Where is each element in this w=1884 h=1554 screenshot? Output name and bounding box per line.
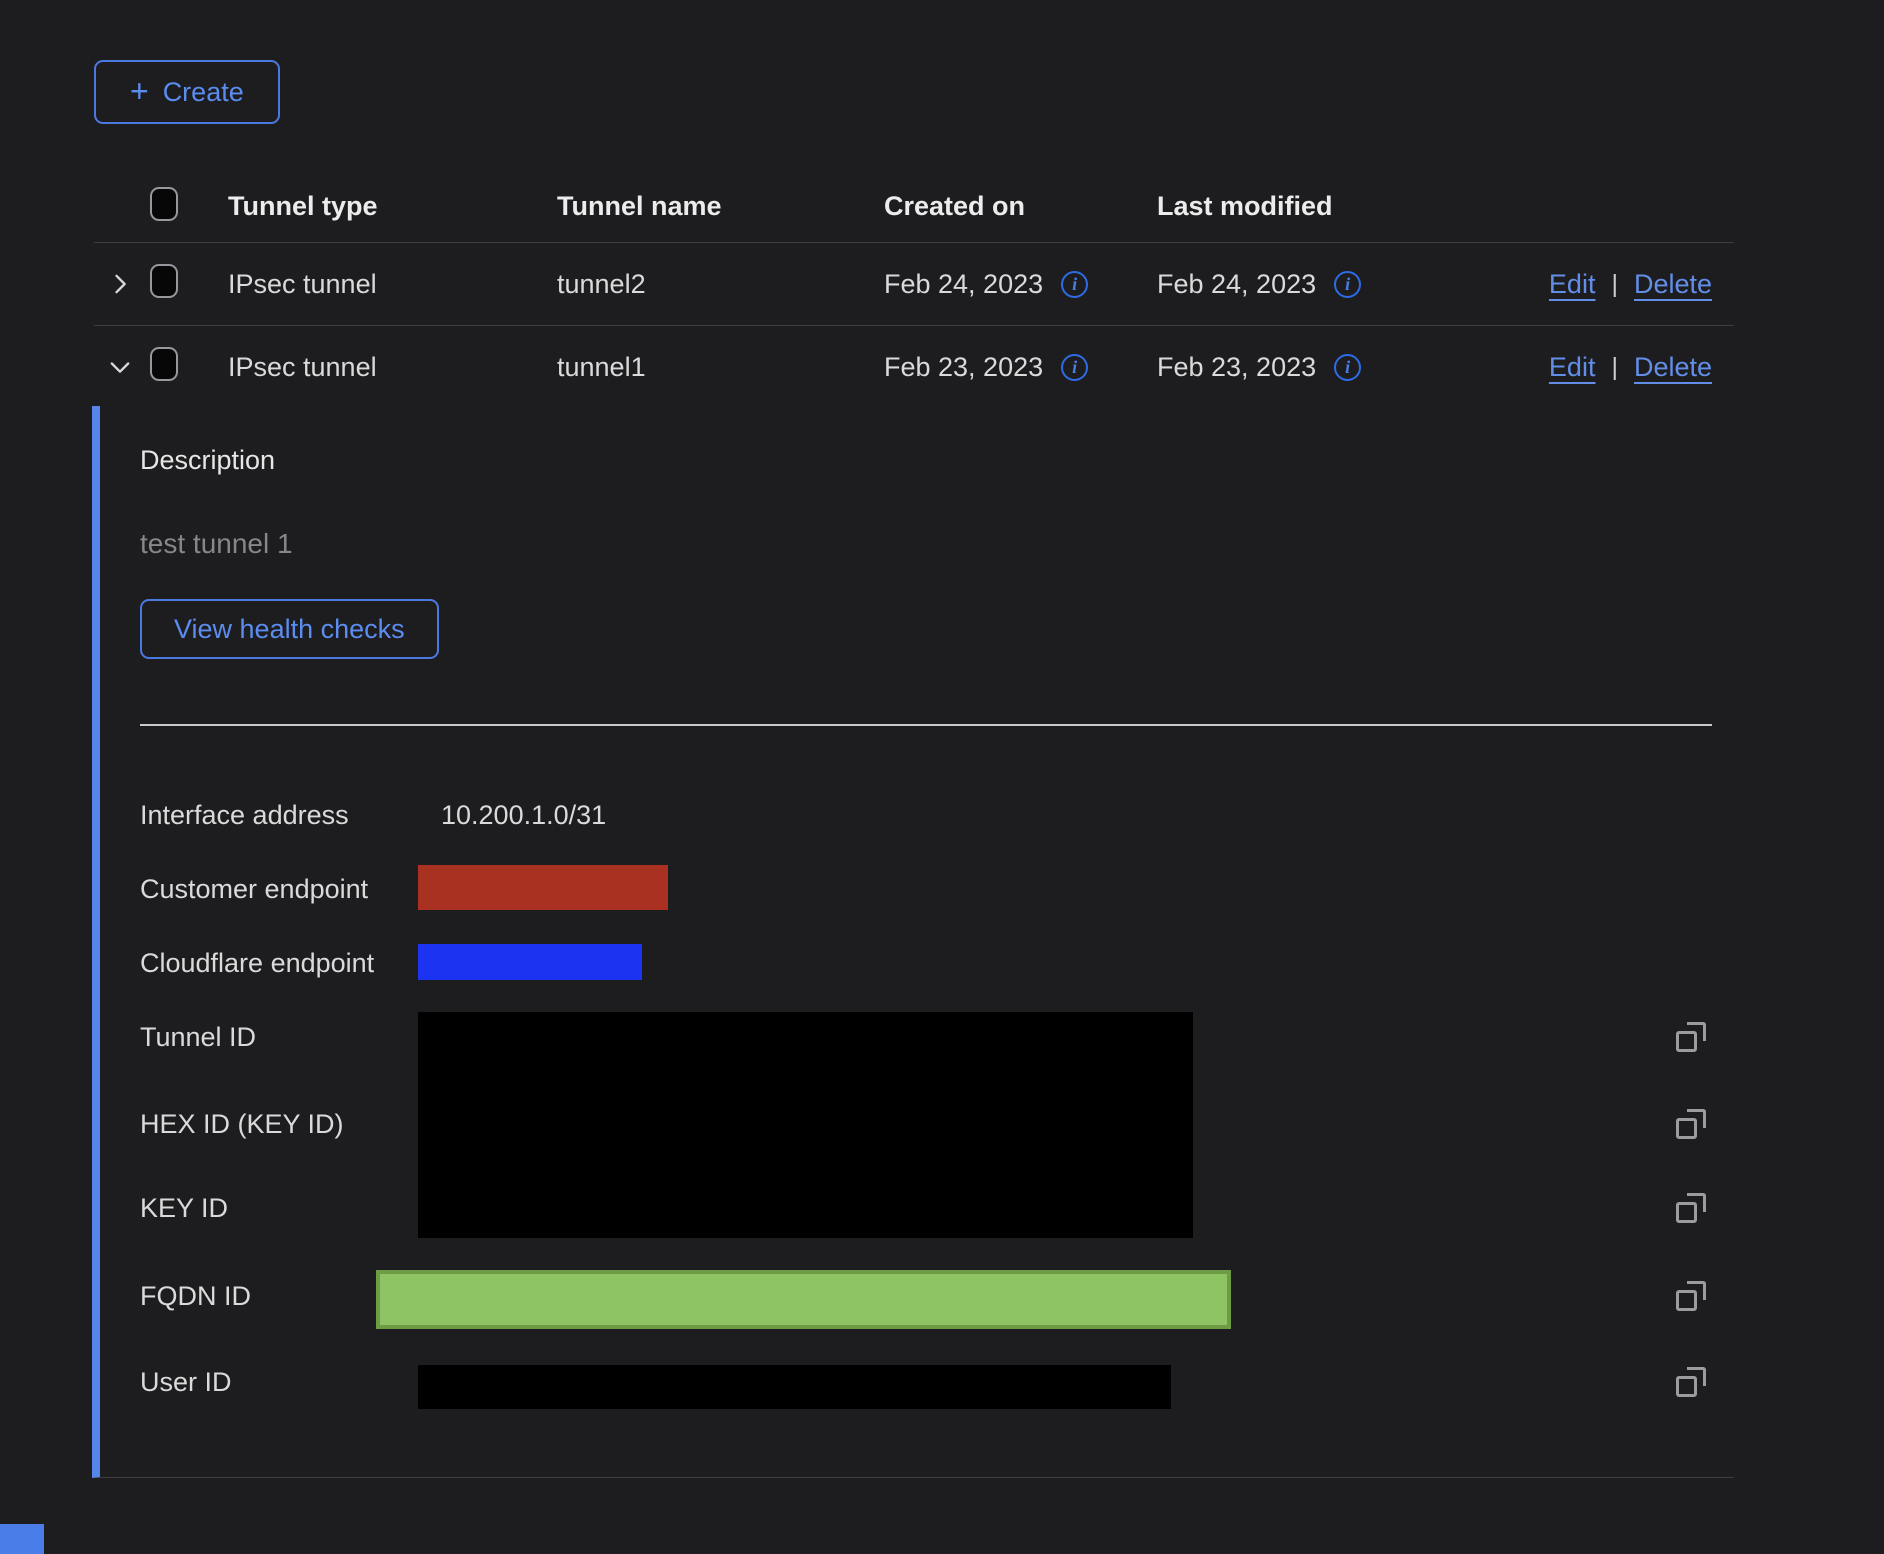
tunnel-name-cell: tunnel1	[557, 352, 884, 383]
row-actions: Edit | Delete	[1440, 352, 1734, 383]
info-icon[interactable]: i	[1061, 271, 1088, 298]
info-icon[interactable]: i	[1334, 271, 1361, 298]
description-label: Description	[140, 444, 275, 476]
copy-icon[interactable]	[1676, 1367, 1706, 1397]
tunnel-name-cell: tunnel2	[557, 269, 884, 300]
tunnels-page: + Create Tunnel type Tunnel name Created…	[0, 0, 1884, 1554]
customer-endpoint-label: Customer endpoint	[140, 874, 368, 904]
create-button[interactable]: + Create	[94, 60, 280, 124]
chevron-right-icon[interactable]	[106, 270, 134, 298]
table-header-row: Tunnel type Tunnel name Created on Last …	[94, 170, 1734, 243]
partial-blue-element	[0, 1524, 44, 1554]
copy-icon[interactable]	[1676, 1022, 1706, 1052]
customer-endpoint-redaction	[418, 865, 668, 910]
copy-icon-front-square	[1676, 1118, 1697, 1139]
info-icon[interactable]: i	[1061, 354, 1088, 381]
copy-icon-front-square	[1676, 1376, 1697, 1397]
header-tunnel-type: Tunnel type	[228, 191, 557, 222]
row-expand-cell	[94, 270, 150, 298]
edit-link[interactable]: Edit	[1549, 269, 1596, 300]
select-all-checkbox[interactable]	[150, 187, 178, 221]
tunnel-type-cell: IPsec tunnel	[228, 352, 557, 383]
section-divider	[140, 724, 1712, 726]
table-row: IPsec tunnel tunnel1 Feb 23, 2023 i Feb …	[94, 326, 1734, 408]
chevron-down-icon[interactable]	[106, 353, 134, 381]
description-value: test tunnel 1	[140, 528, 293, 560]
table-row: IPsec tunnel tunnel2 Feb 24, 2023 i Feb …	[94, 243, 1734, 326]
header-tunnel-name: Tunnel name	[557, 191, 884, 222]
info-icon[interactable]: i	[1334, 354, 1361, 381]
row-expand-cell	[94, 353, 150, 381]
cloudflare-endpoint-redaction	[418, 944, 642, 980]
delete-link[interactable]: Delete	[1634, 269, 1712, 300]
tunnel-type-cell: IPsec tunnel	[228, 269, 557, 300]
created-on-value: Feb 23, 2023	[884, 352, 1043, 383]
last-modified-cell: Feb 23, 2023 i	[1157, 352, 1440, 383]
fqdn-id-label: FQDN ID	[140, 1281, 251, 1311]
last-modified-cell: Feb 24, 2023 i	[1157, 269, 1440, 300]
key-id-label: KEY ID	[140, 1193, 228, 1223]
tunnel-id-label: Tunnel ID	[140, 1022, 256, 1052]
user-id-label: User ID	[140, 1367, 232, 1397]
user-id-redaction	[418, 1365, 1171, 1409]
view-health-checks-button[interactable]: View health checks	[140, 599, 439, 659]
created-on-cell: Feb 23, 2023 i	[884, 352, 1157, 383]
header-created-on: Created on	[884, 191, 1157, 222]
copy-icon-front-square	[1676, 1202, 1697, 1223]
last-modified-value: Feb 23, 2023	[1157, 352, 1316, 383]
interface-address-value: 10.200.1.0/31	[441, 800, 606, 830]
created-on-value: Feb 24, 2023	[884, 269, 1043, 300]
header-checkbox-cell	[150, 187, 228, 226]
ids-redaction-block	[418, 1012, 1193, 1238]
cloudflare-endpoint-label: Cloudflare endpoint	[140, 948, 374, 978]
created-on-cell: Feb 24, 2023 i	[884, 269, 1157, 300]
tunnels-table: Tunnel type Tunnel name Created on Last …	[94, 170, 1734, 408]
row-checkbox-cell	[150, 347, 228, 388]
delete-link[interactable]: Delete	[1634, 352, 1712, 383]
last-modified-value: Feb 24, 2023	[1157, 269, 1316, 300]
row-checkbox[interactable]	[150, 347, 178, 381]
actions-separator: |	[1611, 270, 1618, 299]
plus-icon: +	[130, 75, 149, 107]
header-last-modified: Last modified	[1157, 191, 1440, 222]
expanded-detail-panel: Description test tunnel 1 View health ch…	[92, 406, 1734, 1478]
actions-separator: |	[1611, 353, 1618, 382]
hex-id-label: HEX ID (KEY ID)	[140, 1109, 344, 1139]
create-button-label: Create	[163, 77, 244, 108]
copy-icon-front-square	[1676, 1031, 1697, 1052]
interface-address-label: Interface address	[140, 800, 349, 830]
copy-icon-front-square	[1676, 1290, 1697, 1311]
row-checkbox-cell	[150, 264, 228, 305]
row-checkbox[interactable]	[150, 264, 178, 298]
edit-link[interactable]: Edit	[1549, 352, 1596, 383]
copy-icon[interactable]	[1676, 1193, 1706, 1223]
copy-icon[interactable]	[1676, 1109, 1706, 1139]
fqdn-id-redaction	[376, 1270, 1231, 1329]
row-actions: Edit | Delete	[1440, 269, 1734, 300]
copy-icon[interactable]	[1676, 1281, 1706, 1311]
